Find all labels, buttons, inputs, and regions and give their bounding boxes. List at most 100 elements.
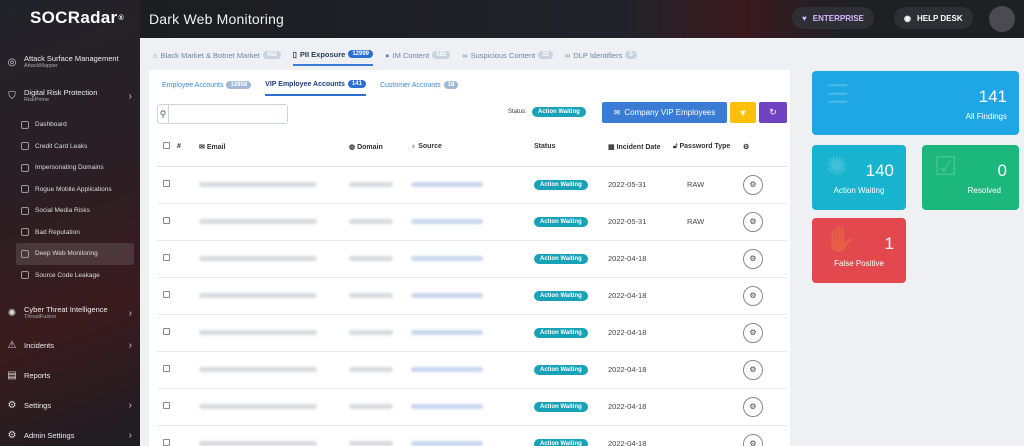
deep-web-icon xyxy=(21,249,29,258)
sidebar-item-dashboard[interactable]: Dashboard xyxy=(0,114,140,136)
row-actions-button[interactable]: ⚙ xyxy=(743,285,763,306)
actions-cell: ⚙ xyxy=(743,314,787,352)
findings-table: # ✉ Email ◍ Domain ♁ Source Status ▦ Inc… xyxy=(157,128,787,446)
actions-cell: ⚙ xyxy=(743,277,787,315)
report-icon: ▤ xyxy=(7,369,17,381)
credit-card-icon xyxy=(21,142,29,151)
row-actions-button[interactable]: ⚙ xyxy=(743,211,763,232)
sidebar-item-social-media-risks[interactable]: Social Media Risks xyxy=(0,200,140,222)
search-input[interactable] xyxy=(169,105,287,123)
row-actions-button[interactable]: ⚙ xyxy=(743,174,763,195)
password-type-cell: RAW xyxy=(673,166,743,204)
redacted-source-link[interactable] xyxy=(411,293,483,298)
table-row: Action Waiting 2022-04-18 ⚙ xyxy=(157,425,787,446)
sidebar-item-cyber-threat-intelligence[interactable]: ✺ Cyber Threat Intelligence ThreatFusion … xyxy=(0,296,140,330)
actions-cell: ⚙ xyxy=(743,425,787,446)
redacted-source-link[interactable] xyxy=(411,367,483,372)
row-number xyxy=(177,314,199,352)
column-header-password-type[interactable]: 🔓︎ Password Type xyxy=(673,128,743,167)
search-icon[interactable]: ⚲ xyxy=(158,105,169,123)
action-waiting-card[interactable]: ✺ 140 Action Waiting xyxy=(812,145,906,210)
row-checkbox[interactable] xyxy=(163,402,170,409)
sidebar-item-reports[interactable]: ▤ Reports xyxy=(0,360,140,390)
password-type-cell xyxy=(673,314,743,352)
redacted-source-link[interactable] xyxy=(411,219,483,224)
row-checkbox[interactable] xyxy=(163,439,170,446)
resolved-card[interactable]: ☑ 0 Resolved xyxy=(922,145,1019,210)
column-header-number: # xyxy=(177,128,199,167)
gears-icon: ⚙ xyxy=(749,402,757,411)
avatar[interactable] xyxy=(989,6,1015,32)
social-icon xyxy=(21,206,29,215)
sidebar-item-digital-risk-protection[interactable]: ⛉ Digital Risk Protection RiskPrime › xyxy=(0,82,140,110)
row-actions-button[interactable]: ⚙ xyxy=(743,322,763,343)
tab-pii-exposure[interactable]: ▯ PII Exposure 12999 xyxy=(292,44,374,66)
tab-count-badge: 452 xyxy=(262,51,281,59)
tab-dlp-identifiers[interactable]: ∞ DLP Identifiers 0 xyxy=(565,44,637,66)
envelope-icon: ✉ xyxy=(613,108,621,117)
chevron-right-icon: › xyxy=(128,339,132,351)
tab-black-market[interactable]: ⌂ Black Market & Botnet Market 452 xyxy=(153,44,281,66)
email-cell xyxy=(199,203,349,241)
domain-cell xyxy=(349,314,411,352)
row-checkbox[interactable] xyxy=(163,365,170,372)
link-icon: ∞ xyxy=(564,50,571,60)
redacted-source-link[interactable] xyxy=(411,404,483,409)
row-actions-button[interactable]: ⚙ xyxy=(743,396,763,417)
row-actions-button[interactable]: ⚙ xyxy=(743,248,763,269)
sidebar-item-source-code-leakage[interactable]: Source Code Leakage xyxy=(0,265,140,287)
redacted-source-link[interactable] xyxy=(411,330,483,335)
sidebar-item-admin-settings[interactable]: ⚙ Admin Settings › xyxy=(0,420,140,446)
company-vip-employees-button[interactable]: ✉ Company VIP Employees xyxy=(602,102,727,123)
select-all-checkbox[interactable] xyxy=(163,142,170,150)
sidebar-item-impersonating-domains[interactable]: Impersonating Domains xyxy=(0,157,140,179)
refresh-button[interactable]: ↻ xyxy=(759,102,787,123)
source-cell xyxy=(411,240,534,278)
tab-im-content[interactable]: ● IM Content 555 xyxy=(385,44,451,66)
column-header-domain[interactable]: ◍ Domain xyxy=(349,128,411,167)
sidebar-item-rogue-mobile-applications[interactable]: Rogue Mobile Applications xyxy=(0,179,140,201)
filter-button[interactable]: ▼ xyxy=(730,102,756,123)
column-header-status[interactable]: Status xyxy=(534,128,608,167)
tab-suspicious-content[interactable]: ∞ Suspicious Content 22 xyxy=(462,44,553,66)
gears-icon: ⚙ xyxy=(749,365,757,374)
help-desk-button[interactable]: ◉ HELP DESK xyxy=(894,7,973,29)
sidebar-item-settings[interactable]: ⚙ Settings › xyxy=(0,390,140,420)
enterprise-button[interactable]: ♥ ENTERPRISE xyxy=(792,7,874,29)
file-icon: ▯ xyxy=(292,49,297,59)
row-actions-button[interactable]: ⚙ xyxy=(743,433,763,446)
row-checkbox[interactable] xyxy=(163,328,170,335)
all-findings-card[interactable]: ☰ 141 All Findings xyxy=(812,71,1019,135)
row-checkbox[interactable] xyxy=(163,217,170,224)
domain-cell xyxy=(349,388,411,426)
toolbar: ⚲ Status: Action Waiting ✉ Company VIP Em… xyxy=(149,102,790,124)
domain-cell xyxy=(349,203,411,241)
thumbs-down-icon: ✋ xyxy=(824,224,857,254)
row-checkbox[interactable] xyxy=(163,254,170,261)
sidebar-item-credit-card-leaks[interactable]: Credit Card Leaks xyxy=(0,136,140,158)
row-checkbox[interactable] xyxy=(163,180,170,187)
sidebar-item-attack-surface-management[interactable]: ◎ Attack Surface Management AttackMapper xyxy=(0,42,140,82)
tab-customer-accounts[interactable]: Customer Accounts 18 xyxy=(380,74,459,96)
redacted-source-link[interactable] xyxy=(411,441,483,446)
tab-employee-accounts[interactable]: Employee Accounts 12858 xyxy=(162,74,252,96)
incident-date-cell: 2022-04-18 xyxy=(608,240,673,278)
sidebar-item-incidents[interactable]: ⚠ Incidents › xyxy=(0,330,140,360)
sidebar-item-bad-reputation[interactable]: Bad Reputation xyxy=(0,222,140,244)
redacted-domain xyxy=(349,293,393,298)
redacted-source-link[interactable] xyxy=(411,182,483,187)
status-cell: Action Waiting xyxy=(534,314,608,352)
redacted-source-link[interactable] xyxy=(411,256,483,261)
row-actions-button[interactable]: ⚙ xyxy=(743,359,763,380)
column-header-incident-date[interactable]: ▦ Incident Date xyxy=(608,128,673,167)
brand-logo[interactable]: SOCRadar ® xyxy=(0,0,140,36)
status-filter-badge[interactable]: Action Waiting xyxy=(532,107,586,117)
sidebar-item-deep-web-monitoring[interactable]: Deep Web Monitoring xyxy=(16,243,134,265)
tab-vip-employee-accounts[interactable]: VIP Employee Accounts 141 xyxy=(265,74,366,96)
false-positive-card[interactable]: ✋ 1 False Positive xyxy=(812,218,906,283)
table-row: Action Waiting 2022-04-18 ⚙ xyxy=(157,314,787,352)
redacted-domain xyxy=(349,256,393,261)
row-checkbox[interactable] xyxy=(163,291,170,298)
column-header-email[interactable]: ✉ Email xyxy=(199,128,349,167)
column-header-source[interactable]: ♁ Source xyxy=(411,128,534,167)
